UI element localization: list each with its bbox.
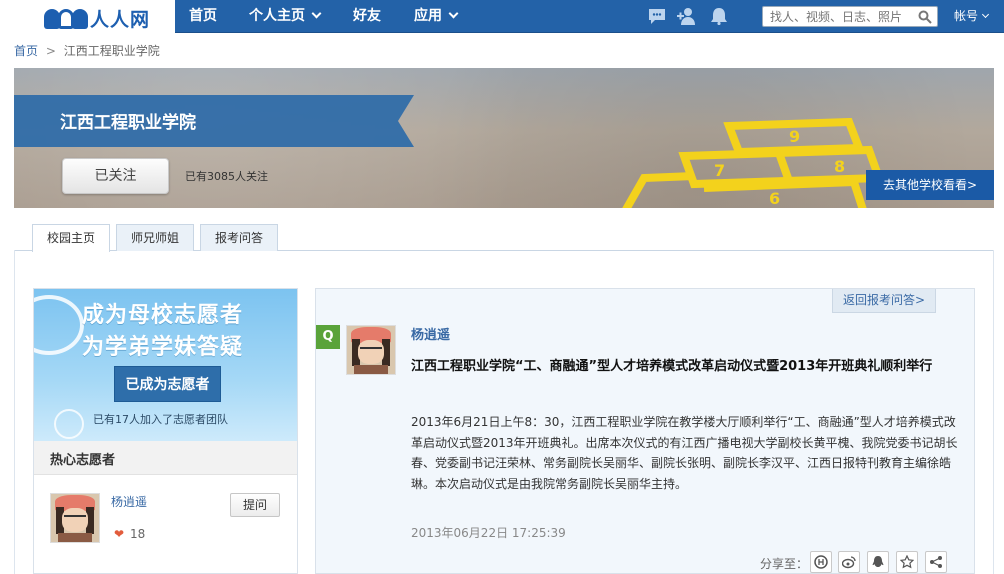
volunteer-slogan-1: 成为母校志愿者: [82, 303, 244, 328]
volunteer-banner: 成为母校志愿者 为学弟学妹答疑 已成为志愿者 已有17人加入了志愿者团队: [34, 289, 297, 441]
volunteer-list-item: 杨逍遥 ❤ 18 提问: [34, 475, 297, 574]
star-icon: [900, 555, 914, 569]
ask-question-button[interactable]: 提问: [230, 493, 280, 517]
nav-apps-label: 应用: [414, 8, 442, 24]
account-label: 帐号: [954, 9, 979, 23]
question-badge: Q: [316, 325, 340, 349]
school-title: 江西工程职业学院: [60, 113, 196, 133]
share-favorite-button[interactable]: [896, 551, 918, 573]
question-body: 2013年6月21日上午8：30，江西工程职业学院在教学楼大厅顺利举行“工、商融…: [411, 415, 958, 491]
logo-text: 人人网: [90, 9, 151, 31]
message-icon[interactable]: [647, 7, 667, 25]
hopscotch-image: 9 7 8 6: [622, 118, 885, 208]
chevron-down-icon: [448, 8, 459, 19]
heart-icon: ❤: [114, 527, 125, 541]
asker-avatar[interactable]: [346, 325, 396, 375]
top-navbar: 人人网 首页 个人主页 好友 应用 帐号: [0, 0, 1004, 33]
logo-area[interactable]: 人人网: [0, 0, 175, 33]
back-to-qa-link[interactable]: 返回报考问答>: [831, 289, 936, 313]
chevron-down-icon: [311, 8, 322, 19]
tab-campus-home[interactable]: 校园主页: [32, 224, 110, 252]
nav-apps[interactable]: 应用: [414, 0, 459, 33]
school-banner: 9 7 8 6 江西工程职业学院 已关注 已有3085人关注 去其他学校看看>: [14, 68, 994, 208]
svg-text:6: 6: [769, 189, 780, 208]
renren-logo-icon: [44, 8, 88, 30]
volunteer-slogan-2: 为学弟学妹答疑: [82, 335, 244, 360]
svg-text:8: 8: [834, 157, 845, 176]
weibo-icon: [842, 556, 856, 569]
question-title: 江西工程职业学院“工、商融通”型人才培养模式改革启动仪式暨2013年开班典礼顺利…: [411, 359, 933, 374]
other-schools-link[interactable]: 去其他学校看看>: [866, 170, 994, 200]
volunteer-panel: 成为母校志愿者 为学弟学妹答疑 已成为志愿者 已有17人加入了志愿者团队 热心志…: [33, 288, 298, 574]
tab-seniors[interactable]: 师兄师姐: [116, 224, 194, 251]
section-title: 热心志愿者: [50, 453, 116, 468]
school-tabs: 校园主页 师兄师姐 报考问答: [14, 224, 994, 252]
qa-detail-panel: 返回报考问答> Q 杨逍遥 江西工程职业学院“工、商融通”型人才培养模式改革启动…: [315, 288, 975, 574]
chevron-down-icon: [981, 10, 990, 19]
share-qq-button[interactable]: [867, 551, 889, 573]
breadcrumb-separator: >: [45, 44, 56, 58]
search-icon[interactable]: [918, 10, 932, 24]
breadcrumb-home-link[interactable]: 首页: [14, 44, 38, 58]
question-timestamp: 2013年06月22日 17:25:39: [411, 526, 566, 540]
nav-profile-label: 个人主页: [249, 8, 305, 24]
nav-friends[interactable]: 好友: [353, 0, 381, 33]
cloud-decoration: [34, 295, 84, 355]
share-more-button[interactable]: [925, 551, 947, 573]
search-box: [762, 6, 938, 27]
svg-text:9: 9: [789, 127, 800, 146]
search-input[interactable]: [763, 7, 913, 26]
share-icon: [930, 556, 942, 568]
renren-icon: [814, 555, 828, 569]
decoration-circle: [54, 409, 84, 439]
avatar[interactable]: [50, 493, 100, 543]
breadcrumb-current: 江西工程职业学院: [63, 44, 160, 58]
add-friend-icon[interactable]: [677, 7, 697, 25]
share-weibo-button[interactable]: [838, 551, 860, 573]
nav-profile[interactable]: 个人主页: [249, 0, 322, 33]
share-label: 分享至：: [760, 557, 809, 571]
asker-name[interactable]: 杨逍遥: [411, 324, 450, 343]
follower-count: 已有3085人关注: [185, 170, 268, 183]
like-count: 18: [130, 527, 146, 541]
hot-volunteers-header: 热心志愿者: [34, 441, 297, 475]
nav-home[interactable]: 首页: [189, 0, 217, 33]
breadcrumb: 首页 > 江西工程职业学院: [14, 42, 160, 59]
share-renren-button[interactable]: [810, 551, 832, 573]
svg-text:7: 7: [714, 161, 725, 180]
notification-bell-icon[interactable]: [709, 7, 729, 25]
become-volunteer-button[interactable]: 已成为志愿者: [114, 366, 221, 402]
follow-button[interactable]: 已关注: [62, 158, 169, 194]
account-menu[interactable]: 帐号: [954, 0, 990, 33]
volunteer-count: 已有17人加入了志愿者团队: [93, 413, 228, 426]
qq-icon: [872, 556, 884, 567]
renren-logo[interactable]: 人人网: [44, 5, 150, 32]
tab-admission-qa[interactable]: 报考问答: [200, 224, 278, 251]
volunteer-name[interactable]: 杨逍遥: [111, 493, 147, 510]
